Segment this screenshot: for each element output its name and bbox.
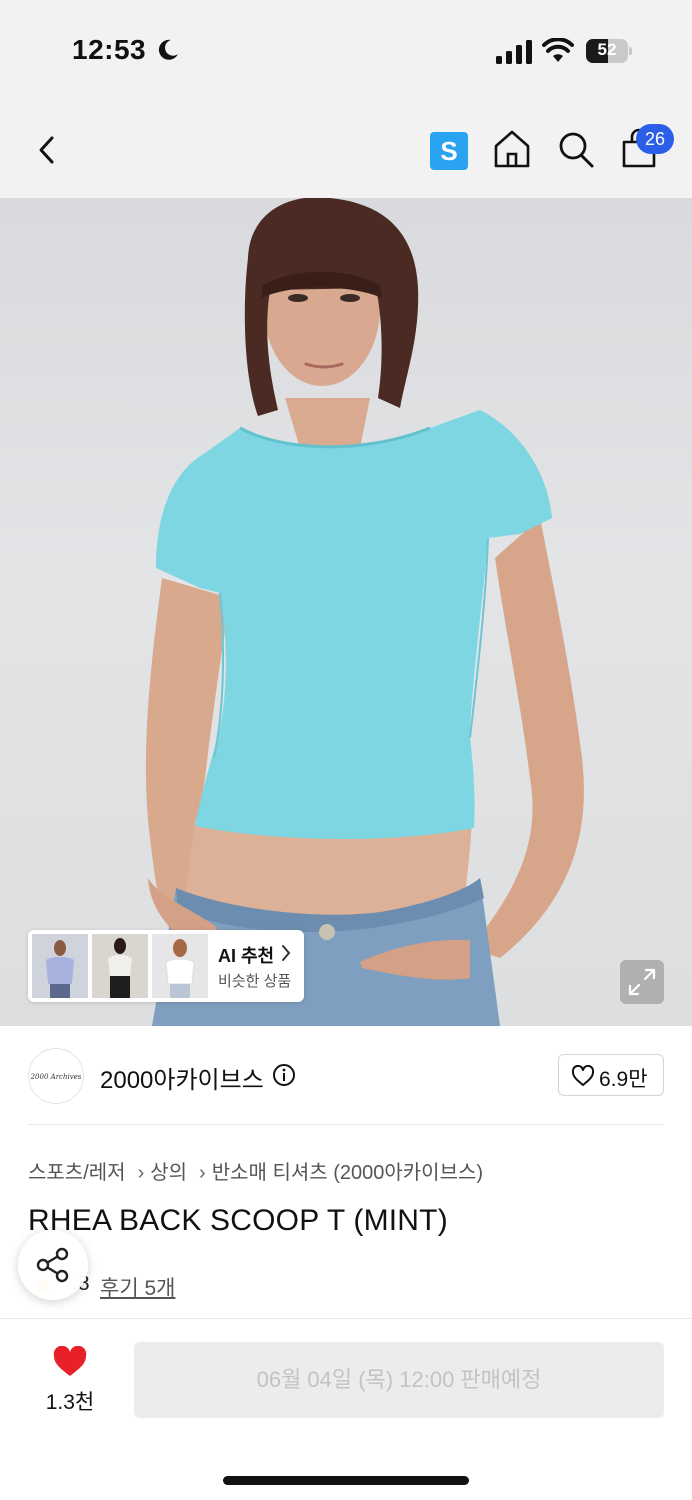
recommend-thumbnail[interactable] <box>32 934 88 998</box>
breadcrumb-item[interactable]: 스포츠/레저 <box>28 1162 126 1184</box>
bottom-bar-divider <box>0 1318 692 1319</box>
divider <box>28 1124 664 1125</box>
brand-logo[interactable]: 2000 Archives <box>28 1048 84 1104</box>
brand-like-button[interactable]: 6.9만 <box>558 1054 664 1096</box>
share-button[interactable] <box>18 1230 88 1300</box>
breadcrumb-item[interactable]: 상의 <box>150 1162 187 1184</box>
chevron-left-icon[interactable] <box>32 130 68 170</box>
expand-image-button[interactable] <box>620 960 664 1004</box>
home-icon[interactable] <box>492 128 532 170</box>
moon-icon <box>158 39 178 60</box>
breadcrumb: 스포츠/레저 › 상의 › 반소매 티셔츠 (2000아카이브스) <box>28 1156 483 1185</box>
review-count-link[interactable]: 후기 5개 <box>100 1272 175 1302</box>
heart-filled-icon[interactable] <box>52 1346 88 1378</box>
search-icon[interactable] <box>556 128 596 170</box>
battery-icon: 52 <box>586 39 632 63</box>
product-title: RHEA BACK SCOOP T (MINT) <box>28 1204 448 1237</box>
sale-scheduled-button[interactable]: 06월 04일 (목) 12:00 판매예정 <box>134 1342 664 1418</box>
recommend-thumbnail[interactable] <box>92 934 148 998</box>
ai-recommend-subtitle: 비슷한 상품 <box>218 973 292 990</box>
expand-icon <box>628 968 656 996</box>
signal-icon <box>496 40 532 64</box>
product-hero-image[interactable] <box>0 198 692 1026</box>
breadcrumb-item[interactable]: 반소매 티셔츠 (2000아카이브스) <box>212 1162 483 1184</box>
model-photo <box>145 198 584 1026</box>
info-icon[interactable] <box>272 1063 296 1087</box>
wish-count: 1.3천 <box>45 1391 95 1414</box>
brand-name[interactable]: 2000아카이브스 <box>100 1060 264 1095</box>
chevron-right-icon: › <box>137 1162 145 1184</box>
s-badge-button[interactable]: S <box>430 132 468 170</box>
ai-recommend-title: AI 추천 <box>218 946 275 966</box>
cart-count-badge: 26 <box>636 124 674 154</box>
chevron-right-icon <box>282 945 291 961</box>
share-icon <box>36 1247 69 1283</box>
wifi-icon <box>542 38 574 62</box>
chevron-right-icon: › <box>199 1162 206 1184</box>
recommend-thumbnail[interactable] <box>152 934 208 998</box>
status-time: 12:53 <box>72 34 147 65</box>
ai-recommend-card[interactable]: AI 추천 비슷한 상품 <box>28 930 304 1002</box>
heart-outline-icon <box>571 1065 595 1086</box>
status-bar: 12:53 52 <box>0 0 692 100</box>
home-indicator <box>223 1476 469 1485</box>
brand-like-count: 6.9만 <box>599 1068 648 1091</box>
top-nav-bar: S <box>0 100 692 198</box>
battery-level: 52 <box>597 40 617 59</box>
